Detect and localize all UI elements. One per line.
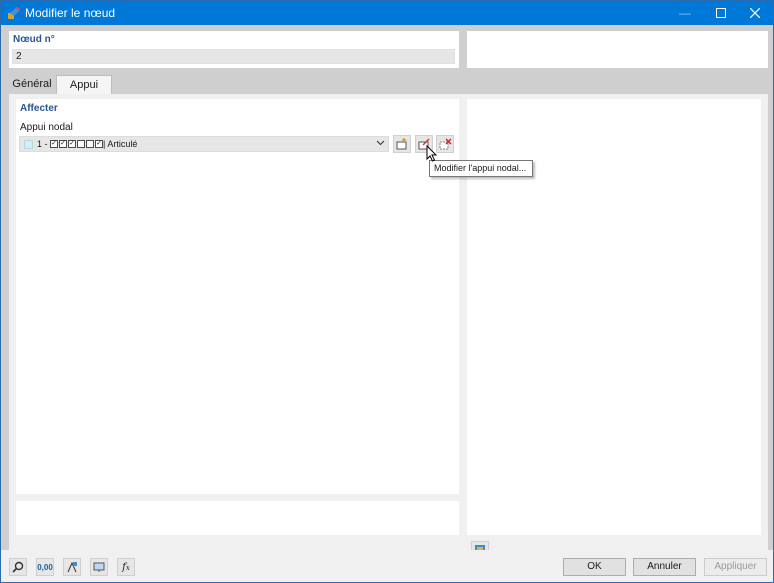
header-info-panel — [467, 31, 768, 68]
nodal-support-label: Appui nodal — [20, 122, 73, 133]
apply-button[interactable]: Appliquer — [704, 558, 767, 576]
tab-general[interactable]: Général — [9, 75, 55, 94]
node-number-label: Nœud n° — [13, 34, 55, 45]
ok-button[interactable]: OK — [563, 558, 626, 576]
support-number: 1 - — [37, 139, 48, 149]
value-display-icon[interactable]: 0,00 — [36, 558, 54, 576]
support-color-swatch — [24, 140, 33, 149]
dialog-content: Nœud n° 2 Général Appui Affecter Appui n… — [1, 25, 773, 582]
search-icon[interactable] — [9, 558, 27, 576]
dialog-window: Modifier le nœud — Nœud n° 2 Général App… — [0, 0, 774, 583]
view-icon[interactable] — [90, 558, 108, 576]
assign-panel: Affecter Appui nodal 1 - ✓ ✓ ✓ ✓ | Articul… — [16, 99, 459, 494]
support-dof-rotation: ✓ — [77, 140, 103, 148]
tab-support[interactable]: Appui — [56, 75, 112, 94]
support-dof-translation: ✓ ✓ ✓ — [50, 140, 76, 148]
comment-panel — [16, 501, 459, 535]
nodal-support-select[interactable]: 1 - ✓ ✓ ✓ ✓ | Articulé — [19, 136, 389, 152]
app-icon — [7, 6, 21, 20]
node-number-field[interactable]: 2 — [12, 49, 455, 64]
maximize-icon[interactable] — [702, 1, 740, 25]
cancel-button[interactable]: Annuler — [633, 558, 696, 576]
delete-support-icon[interactable] — [436, 135, 454, 153]
window-title: Modifier le nœud — [25, 6, 116, 20]
close-icon[interactable] — [736, 1, 774, 25]
new-support-icon[interactable] — [393, 135, 411, 153]
section-title-assign: Affecter — [20, 103, 58, 114]
mouse-cursor-icon — [426, 145, 438, 162]
node-number-panel: Nœud n° 2 — [9, 31, 459, 68]
function-icon[interactable]: fx — [117, 558, 135, 576]
chevron-down-icon[interactable] — [376, 138, 385, 149]
minimize-icon[interactable]: — — [666, 1, 704, 25]
support-name: | Articulé — [103, 139, 138, 149]
value-display-text: 0,00 — [37, 562, 53, 572]
dialog-footer: 0,00 fx OK Annuler Appliquer — [1, 550, 773, 582]
tooltip: Modifier l'appui nodal... — [429, 160, 533, 177]
title-bar[interactable]: Modifier le nœud — — [1, 1, 773, 25]
units-icon[interactable] — [63, 558, 81, 576]
